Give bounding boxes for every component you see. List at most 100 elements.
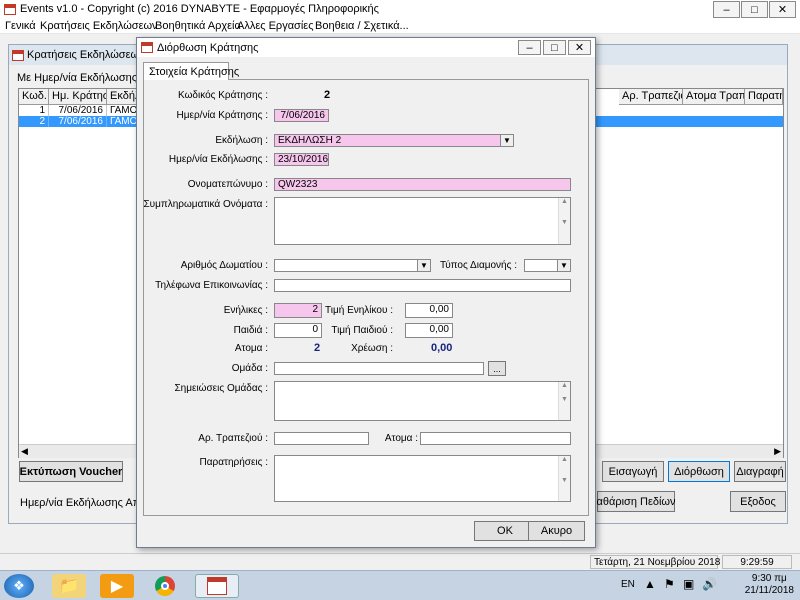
cell-date: 7/06/2016 xyxy=(49,116,107,127)
dialog-titlebar[interactable]: Διόρθωση Κράτησης – □ ✕ xyxy=(137,38,595,57)
booking-date-label: Ημερ/νία Κράτησης : xyxy=(176,110,268,121)
column-header-table-persons[interactable]: Ατομα Τραπ. xyxy=(683,89,745,105)
charge-value: 0,00 xyxy=(431,342,453,354)
memo-scrollbar[interactable]: ▲ ▼ xyxy=(558,198,570,244)
dialog-icon xyxy=(141,42,153,53)
main-window-title: Events v1.0 - Copyright (c) 2016 DYNABYT… xyxy=(20,3,379,15)
clock-date: 21/11/2018 xyxy=(744,585,794,596)
code-value: 2 xyxy=(324,89,331,101)
menubar: Γενικά Κρατήσεις Εκδηλώσεων Βοηθητικά Αρ… xyxy=(0,19,800,34)
chevron-down-icon[interactable]: ▼ xyxy=(417,260,430,271)
chevron-down-icon[interactable]: ▼ xyxy=(500,135,513,146)
charge-label: Χρέωση : xyxy=(351,343,393,354)
edit-button[interactable]: Διόρθωση xyxy=(668,461,730,482)
dialog-title: Διόρθωση Κράτησης xyxy=(157,42,259,54)
group-notes-label: Σημειώσεις Ομάδας : xyxy=(174,383,269,394)
room-select[interactable]: ▼ xyxy=(274,259,431,272)
column-header-code[interactable]: Κωδ. xyxy=(19,89,49,105)
event-date-from-label: Ημερ/νία Εκδήλωσης Από : xyxy=(20,497,153,509)
table-no-field[interactable] xyxy=(274,432,369,445)
status-bar: Τετάρτη, 21 Νοεμβρίου 2018 9:29:59 xyxy=(0,553,800,570)
ok-button[interactable]: OK xyxy=(474,521,536,541)
name-label: Ονοματεπώνυμο : xyxy=(187,179,268,190)
stay-type-select[interactable]: ▼ xyxy=(524,259,571,272)
table-persons-field[interactable] xyxy=(420,432,571,445)
cell-date: 7/06/2016 xyxy=(49,105,107,116)
status-time: 9:29:59 xyxy=(722,555,792,569)
scroll-left-icon[interactable]: ◀ xyxy=(21,446,28,457)
app-icon xyxy=(4,4,16,15)
network-icon[interactable]: ▣ xyxy=(683,577,694,591)
taskbar-clock[interactable]: 9:30 πμ 21/11/2018 xyxy=(745,573,794,597)
cancel-button[interactable]: Ακυρο xyxy=(528,521,585,541)
adult-price-label: Τιμή Ενηλίκου : xyxy=(325,305,393,316)
menu-other-tasks[interactable]: Αλλες Εργασίες xyxy=(237,20,314,32)
remarks-label: Παρατηρήσεις : xyxy=(199,457,268,468)
status-date: Τετάρτη, 21 Νοεμβρίου 2018 xyxy=(590,555,720,569)
memo-scrollbar[interactable]: ▲ ▼ xyxy=(558,382,570,420)
chevron-up-icon[interactable]: ▲ xyxy=(644,577,656,591)
language-indicator[interactable]: EN xyxy=(621,579,635,590)
window-icon xyxy=(12,50,24,61)
booking-date-field[interactable]: 7/06/2016 xyxy=(274,109,329,122)
media-player-icon[interactable]: ▶ xyxy=(100,574,134,598)
file-explorer-icon[interactable]: 📁 xyxy=(52,574,86,598)
event-date-field[interactable]: 23/10/2016 xyxy=(274,153,329,166)
edit-booking-dialog: Διόρθωση Κράτησης – □ ✕ Στοιχεία Κράτηση… xyxy=(136,37,596,548)
adult-price-field[interactable]: 0,00 xyxy=(405,303,453,318)
tab-booking-details[interactable]: Στοιχεία Κράτησης xyxy=(143,62,239,80)
menu-general[interactable]: Γενικά xyxy=(5,20,36,32)
group-field[interactable] xyxy=(274,362,484,375)
print-voucher-button[interactable]: Εκτύπωση Voucher xyxy=(19,461,123,482)
remarks-memo[interactable]: ▲ ▼ xyxy=(274,455,571,502)
delete-button[interactable]: Διαγραφή xyxy=(734,461,786,482)
volume-icon[interactable]: 🔊 xyxy=(702,577,717,591)
phones-label: Τηλέφωνα Επικοινωνίας : xyxy=(155,280,268,291)
start-button-icon[interactable]: ❖ xyxy=(4,574,34,598)
adults-label: Ενήλικες : xyxy=(223,305,268,316)
extra-names-memo[interactable]: ▲ ▼ xyxy=(274,197,571,245)
table-persons-label: Ατομα : xyxy=(384,433,418,444)
menu-help-about[interactable]: Βοηθεια / Σχετικά... xyxy=(315,20,409,32)
menu-event-bookings[interactable]: Κρατήσεις Εκδηλώσεων xyxy=(40,20,158,32)
memo-scrollbar[interactable]: ▲ ▼ xyxy=(558,456,570,501)
minimize-icon[interactable]: – xyxy=(713,1,740,18)
column-header-remarks[interactable]: Παρατη xyxy=(745,89,783,105)
group-browse-button[interactable]: ... xyxy=(488,361,506,376)
chevron-down-icon[interactable]: ▼ xyxy=(557,260,570,271)
children-label: Παιδιά : xyxy=(233,325,268,336)
phones-field[interactable] xyxy=(274,279,571,292)
table-no-label: Αρ. Τραπεζιού : xyxy=(198,433,268,444)
clock-time: 9:30 πμ xyxy=(751,573,787,584)
children-field[interactable]: 0 xyxy=(274,323,322,338)
room-label: Αριθμός Δωματίου : xyxy=(180,260,268,271)
exit-button[interactable]: Εξοδος xyxy=(730,491,786,512)
group-notes-memo[interactable]: ▲ ▼ xyxy=(274,381,571,421)
column-header-booking-date[interactable]: Ημ. Κράτησης xyxy=(49,89,107,105)
dialog-minimize-icon[interactable]: – xyxy=(518,40,541,55)
chrome-icon[interactable] xyxy=(148,574,182,598)
dialog-maximize-icon[interactable]: □ xyxy=(543,40,566,55)
event-label: Εκδήλωση : xyxy=(215,135,268,146)
close-icon[interactable]: ✕ xyxy=(769,1,796,18)
name-field[interactable]: QW2323 xyxy=(274,178,571,191)
dialog-close-icon[interactable]: ✕ xyxy=(568,40,591,55)
clear-fields-button[interactable]: αθάριση Πεδίων xyxy=(597,491,676,512)
maximize-icon[interactable]: □ xyxy=(741,1,768,18)
main-titlebar[interactable]: Events v1.0 - Copyright (c) 2016 DYNABYT… xyxy=(0,0,800,19)
booking-details-panel: Κωδικός Κράτησης : 2 Ημερ/νία Κράτησης :… xyxy=(143,79,589,516)
persons-label: Ατομα : xyxy=(234,343,268,354)
taskbar: ❖ 📁 ▶ EN ▲ ⚑ ▣ 🔊 9:30 πμ 21/11/2018 xyxy=(0,570,800,600)
column-header-table-no[interactable]: Αρ. Τραπεζιού xyxy=(619,89,683,105)
event-select[interactable]: ΕΚΔΗΛΩΣΗ 2 ▼ xyxy=(274,134,514,147)
events-app-taskbar-icon[interactable] xyxy=(195,574,239,598)
group-label: Ομάδα : xyxy=(231,363,268,374)
scroll-right-icon[interactable]: ▶ xyxy=(774,446,781,457)
child-price-field[interactable]: 0,00 xyxy=(405,323,453,338)
adults-field[interactable]: 2 xyxy=(274,303,322,318)
event-select-value: ΕΚΔΗΛΩΣΗ 2 xyxy=(278,135,342,146)
flag-icon[interactable]: ⚑ xyxy=(664,577,675,591)
code-label: Κωδικός Κράτησης : xyxy=(178,90,268,101)
menu-auxiliary-files[interactable]: Βοηθητικά Αρχεία xyxy=(155,20,241,32)
insert-button[interactable]: Εισαγωγή xyxy=(602,461,664,482)
